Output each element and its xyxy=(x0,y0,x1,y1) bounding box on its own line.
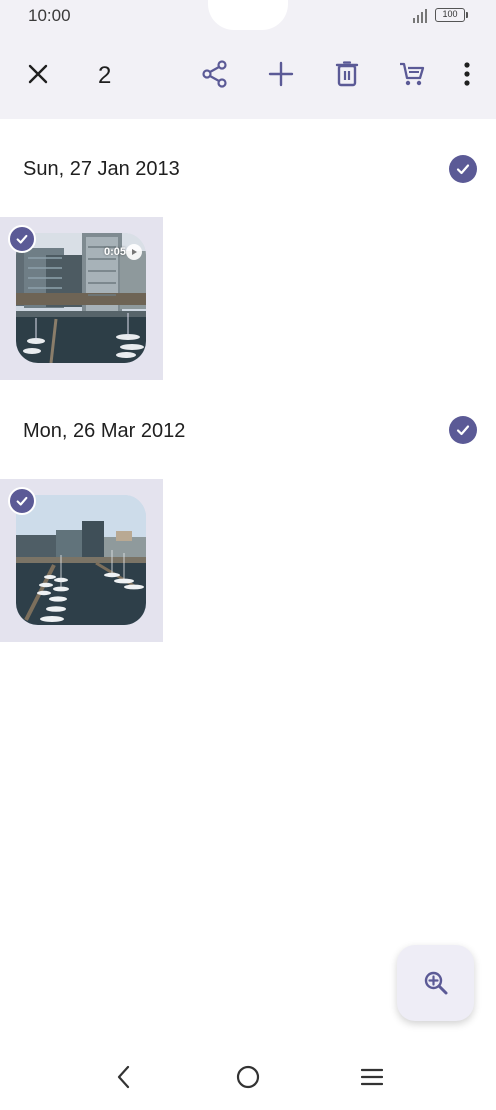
zoom-in-button[interactable] xyxy=(397,945,474,1021)
camera-notch xyxy=(208,0,288,30)
add-button[interactable] xyxy=(261,54,301,94)
delete-icon xyxy=(335,61,359,87)
video-duration: 0:05 xyxy=(103,246,126,258)
section-date: Mon, 26 Mar 2012 xyxy=(23,420,186,442)
play-icon xyxy=(126,244,142,260)
top-bar: 10:00 100 2 xyxy=(0,0,496,119)
share-icon xyxy=(202,60,227,88)
close-icon xyxy=(28,64,48,84)
check-icon xyxy=(16,496,28,506)
status-time: 10:00 xyxy=(28,6,71,25)
marina-image xyxy=(16,495,146,625)
back-button[interactable] xyxy=(104,1058,144,1096)
section-select-checkbox[interactable] xyxy=(449,416,477,444)
share-button[interactable] xyxy=(195,54,235,94)
zoom-in-icon xyxy=(424,971,447,995)
media-tile[interactable] xyxy=(0,479,163,642)
check-icon xyxy=(456,164,470,175)
item-select-checkbox[interactable] xyxy=(8,487,36,515)
recents-button[interactable] xyxy=(352,1058,392,1096)
check-icon xyxy=(16,234,28,244)
selected-count: 2 xyxy=(98,62,112,89)
section-date: Sun, 27 Jan 2013 xyxy=(23,158,180,180)
more-vert-icon xyxy=(464,62,470,86)
home-icon xyxy=(236,1065,260,1089)
photo-thumbnail[interactable] xyxy=(16,495,146,625)
video-thumbnail[interactable]: 0:05 xyxy=(16,233,146,363)
check-icon xyxy=(456,425,470,436)
menu-icon xyxy=(361,1068,383,1086)
media-tile[interactable]: 0:05 xyxy=(0,217,163,380)
signal-icon xyxy=(413,9,427,23)
back-icon xyxy=(117,1065,130,1089)
battery-icon: 100 xyxy=(435,8,468,22)
home-button[interactable] xyxy=(228,1058,268,1096)
more-options-button[interactable] xyxy=(447,54,487,94)
section-select-checkbox[interactable] xyxy=(449,155,477,183)
cart-icon xyxy=(400,62,425,86)
close-button[interactable] xyxy=(18,54,58,94)
cart-button[interactable] xyxy=(392,54,432,94)
add-icon xyxy=(268,61,294,87)
item-select-checkbox[interactable] xyxy=(8,225,36,253)
delete-button[interactable] xyxy=(327,54,367,94)
